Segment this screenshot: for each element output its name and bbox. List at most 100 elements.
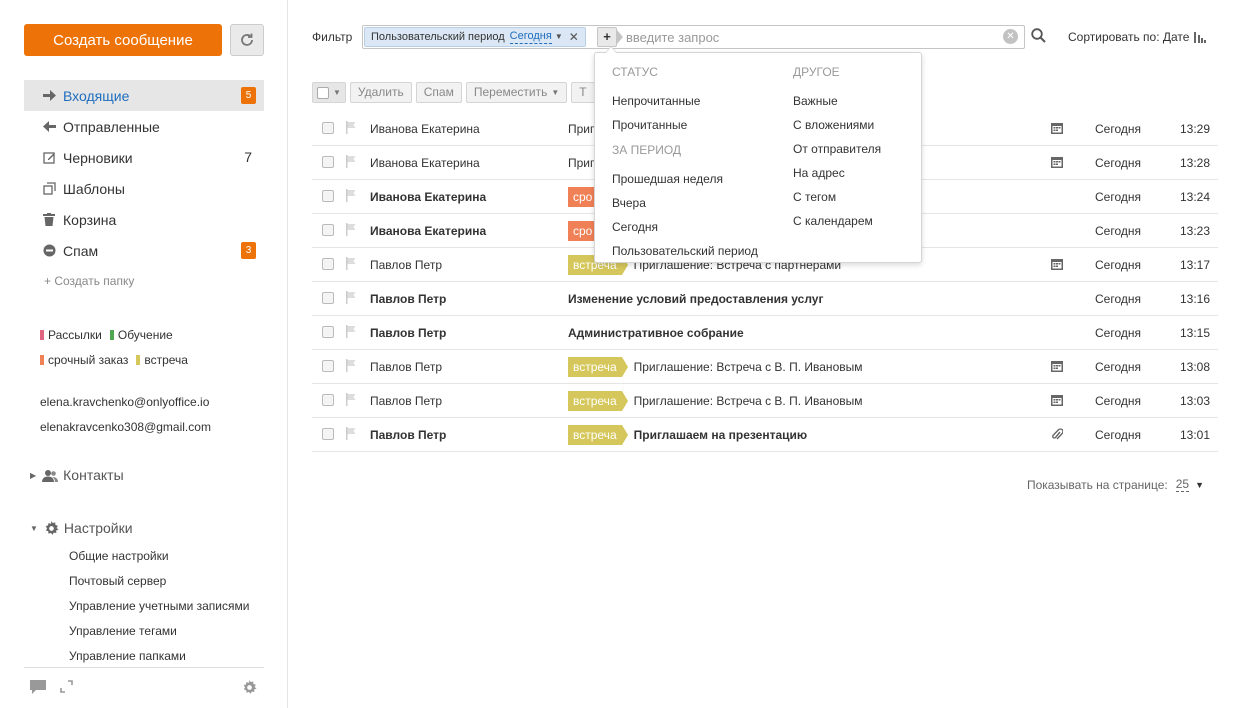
account-item[interactable]: elena.kravchenko@onlyoffice.io: [40, 390, 211, 415]
settings-folders-link[interactable]: Управление папками: [69, 644, 249, 669]
settings-accounts-link[interactable]: Управление учетными записями: [69, 594, 249, 619]
create-folder-link[interactable]: + Создать папку: [44, 274, 134, 288]
filter-chip-value[interactable]: Сегодня: [509, 30, 552, 44]
mail-checkbox[interactable]: [322, 122, 334, 134]
mail-subject: Приглашаем на презентацию: [633, 428, 808, 442]
more-button[interactable]: Т: [571, 82, 595, 103]
mail-date: Сегодня: [1095, 394, 1141, 408]
mail-time: 13:16: [1179, 292, 1210, 306]
mail-checkbox[interactable]: [322, 326, 334, 338]
folder-sent[interactable]: Отправленные: [24, 111, 264, 142]
compose-message-button[interactable]: Создать сообщение: [24, 24, 222, 56]
mail-sender: Иванова Екатерина: [370, 122, 480, 136]
filter-chip-period[interactable]: Пользовательский период Сегодня ▼ ✕: [364, 27, 586, 47]
flag-icon[interactable]: [346, 427, 356, 440]
mail-row[interactable]: Павлов Петр Изменение условий предоставле…: [312, 282, 1218, 316]
mail-checkbox[interactable]: [322, 394, 334, 406]
filter-yesterday[interactable]: Вчера: [612, 191, 758, 215]
mail-row[interactable]: Павлов Петр встреча Приглашаем на презента…: [312, 418, 1218, 452]
delete-button[interactable]: Удалить: [349, 82, 412, 103]
sort-icon: [1194, 31, 1207, 43]
mail-tag-label: встреча: [573, 394, 617, 408]
chevron-down-icon[interactable]: ▼: [555, 28, 563, 46]
mail-row[interactable]: Павлов Петр встреча Приглашение: Встреча с…: [312, 350, 1218, 384]
calendar-icon: [1051, 394, 1063, 406]
mail-time: 13:28: [1179, 156, 1210, 170]
mail-row[interactable]: Павлов Петр встреча Приглашение: Встреча с…: [312, 384, 1218, 418]
move-label: Переместить: [473, 85, 548, 99]
flag-icon[interactable]: [346, 291, 356, 304]
sort-control[interactable]: Сортировать по: Дате: [1068, 30, 1207, 44]
filter-with-calendar[interactable]: С календарем: [793, 209, 881, 233]
filter-custom-period[interactable]: Пользовательский период: [612, 239, 758, 263]
filter-last-week[interactable]: Прошедшая неделя: [612, 167, 758, 191]
filter-from-sender[interactable]: От отправителя: [793, 137, 881, 161]
edit-icon: [42, 151, 56, 165]
settings-tags-link[interactable]: Управление тегами: [69, 619, 249, 644]
search-input[interactable]: [626, 28, 996, 46]
tag-urgent-order[interactable]: срочный заказ: [40, 353, 128, 367]
add-filter-button[interactable]: +: [597, 27, 617, 47]
mail-checkbox[interactable]: [322, 224, 334, 236]
mail-checkbox[interactable]: [322, 156, 334, 168]
folder-templates[interactable]: Шаблоны: [24, 173, 264, 204]
account-list: elena.kravchenko@onlyoffice.io elenakrav…: [40, 390, 211, 440]
gear-icon[interactable]: [242, 680, 257, 695]
filter-with-tag[interactable]: С тегом: [793, 185, 881, 209]
move-button[interactable]: Переместить ▼: [465, 82, 568, 103]
mail-checkbox[interactable]: [322, 292, 334, 304]
filter-today[interactable]: Сегодня: [612, 215, 758, 239]
mail-subject-cell: встреча Приглашение: Встреча с В. П. Иван…: [568, 357, 863, 377]
settings-section[interactable]: ▼ Настройки: [30, 520, 133, 536]
flag-icon[interactable]: [346, 189, 356, 202]
sort-label: Сортировать по: Дате: [1068, 30, 1190, 44]
tag-training[interactable]: Обучение: [109, 328, 173, 342]
filter-unread[interactable]: Непрочитанные: [612, 89, 758, 113]
mail-date: Сегодня: [1095, 156, 1141, 170]
checkbox-icon: [317, 86, 329, 99]
expand-icon[interactable]: [60, 680, 73, 693]
page-size-value[interactable]: 25: [1175, 478, 1190, 492]
account-item[interactable]: elenakravcenko308@gmail.com: [40, 415, 211, 440]
contacts-section[interactable]: ▶ Контакты: [30, 467, 124, 483]
mail-subject: Приглашение: Встреча с В. П. Ивановым: [633, 360, 863, 374]
flag-icon[interactable]: [346, 223, 356, 236]
folder-trash[interactable]: Корзина: [24, 204, 264, 235]
contacts-label: Контакты: [63, 467, 124, 483]
filter-important[interactable]: Важные: [793, 89, 881, 113]
mail-checkbox[interactable]: [322, 360, 334, 372]
add-filter-arrow: [617, 30, 623, 44]
folder-drafts[interactable]: Черновики 7: [24, 142, 264, 173]
mail-checkbox[interactable]: [322, 428, 334, 440]
folder-inbox[interactable]: Входящие 5: [24, 80, 264, 111]
flag-icon[interactable]: [346, 359, 356, 372]
tag-meeting[interactable]: встреча: [136, 353, 188, 367]
flag-icon[interactable]: [346, 325, 356, 338]
close-icon[interactable]: ✕: [569, 28, 579, 46]
settings-general-link[interactable]: Общие настройки: [69, 544, 249, 569]
filter-with-attachments[interactable]: С вложениями: [793, 113, 881, 137]
mail-checkbox[interactable]: [322, 190, 334, 202]
mail-date: Сегодня: [1095, 428, 1141, 442]
flag-icon[interactable]: [346, 257, 356, 270]
search-icon[interactable]: [1031, 28, 1046, 43]
tag-label: срочный заказ: [48, 352, 129, 367]
clear-filter-icon[interactable]: ✕: [1003, 29, 1018, 44]
mail-checkbox[interactable]: [322, 258, 334, 270]
mail-row[interactable]: Павлов Петр Административное собрание Сего…: [312, 316, 1218, 350]
filter-read[interactable]: Прочитанные: [612, 113, 758, 137]
filter-to-address[interactable]: На адрес: [793, 161, 881, 185]
chevron-down-icon: ▼: [333, 88, 341, 97]
dropdown-column-left: СТАТУС Непрочитанные Прочитанные ЗА ПЕРИ…: [612, 65, 758, 263]
chevron-down-icon[interactable]: ▼: [1195, 480, 1204, 490]
select-all-button[interactable]: ▼: [312, 82, 346, 103]
chat-icon[interactable]: [30, 680, 46, 694]
refresh-button[interactable]: [230, 24, 264, 56]
flag-icon[interactable]: [346, 393, 356, 406]
flag-icon[interactable]: [346, 121, 356, 134]
tag-mailings[interactable]: Рассылки: [40, 328, 102, 342]
folder-spam[interactable]: Спам 3: [24, 235, 264, 266]
flag-icon[interactable]: [346, 155, 356, 168]
spam-button[interactable]: Спам: [415, 82, 462, 103]
settings-mail-server-link[interactable]: Почтовый сервер: [69, 569, 249, 594]
